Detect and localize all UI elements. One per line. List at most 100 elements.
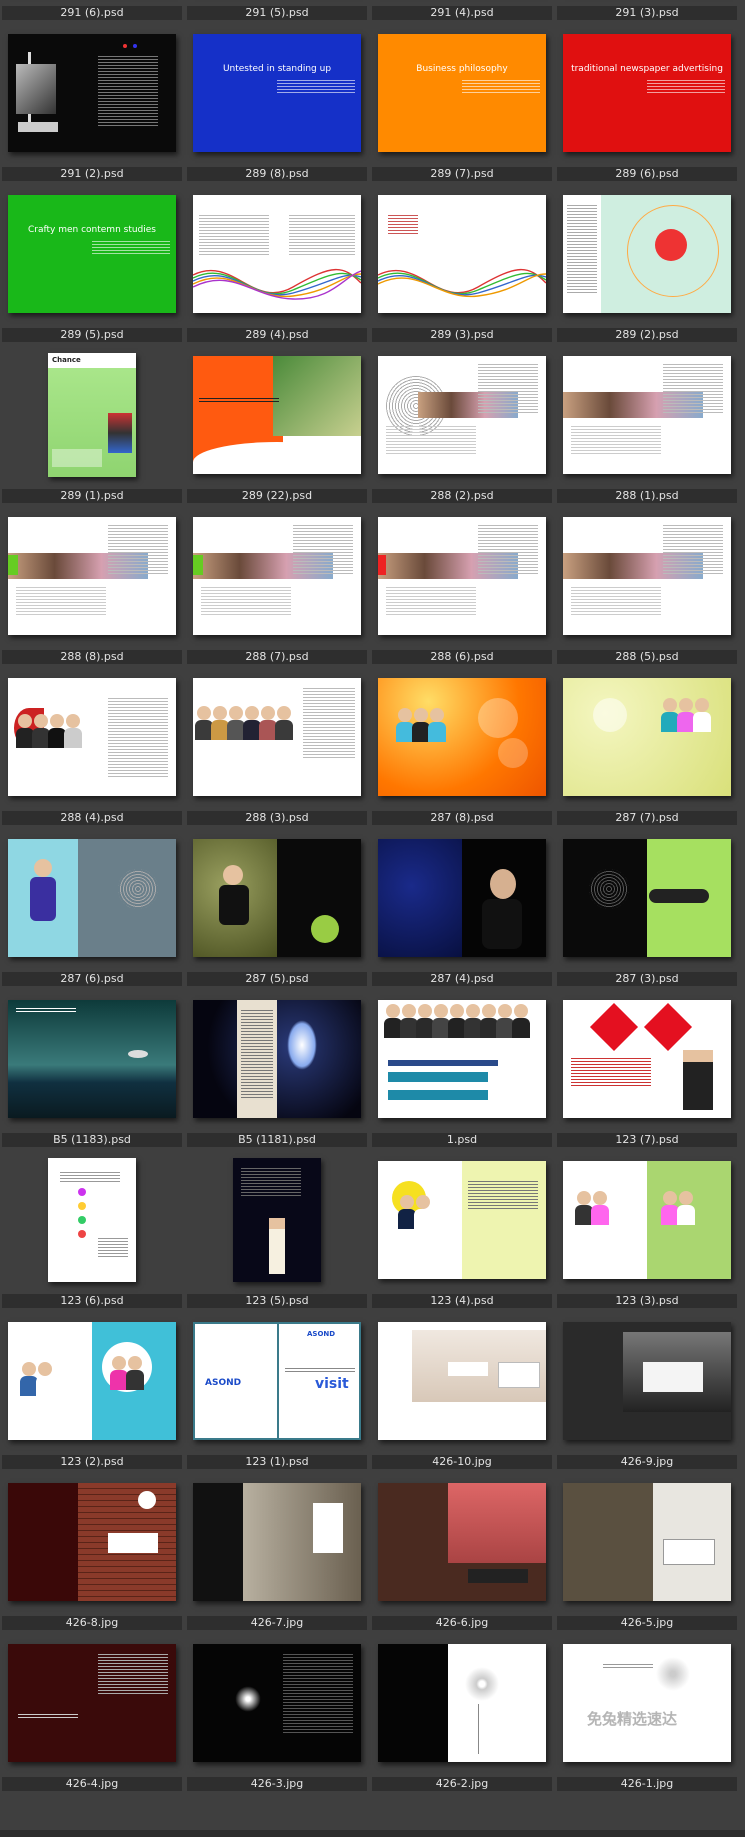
- thumbnail-item[interactable]: 291 (5).psd: [187, 0, 367, 20]
- thumbnail-image[interactable]: [378, 1161, 546, 1279]
- thumbnail-image[interactable]: Business philosophy: [378, 34, 546, 152]
- thumbnail-frame[interactable]: [187, 502, 367, 650]
- thumbnail-image[interactable]: [8, 1483, 176, 1601]
- thumbnail-item[interactable]: 289 (22).psd: [187, 341, 367, 503]
- thumbnail-image[interactable]: [378, 1644, 546, 1762]
- thumbnail-label[interactable]: 426-1.jpg: [557, 1777, 737, 1791]
- thumbnail-frame[interactable]: [372, 1146, 552, 1294]
- thumbnail-frame[interactable]: [2, 502, 182, 650]
- thumbnail-label[interactable]: 287 (3).psd: [557, 972, 737, 986]
- thumbnail-item[interactable]: 426-8.jpg: [2, 1468, 182, 1630]
- thumbnail-label[interactable]: 123 (1).psd: [187, 1455, 367, 1469]
- thumbnail-label[interactable]: 287 (7).psd: [557, 811, 737, 825]
- thumbnail-item[interactable]: 426-6.jpg: [372, 1468, 552, 1630]
- thumbnail-item[interactable]: 426-10.jpg: [372, 1307, 552, 1469]
- thumbnail-label[interactable]: 288 (7).psd: [187, 650, 367, 664]
- thumbnail-label[interactable]: 288 (2).psd: [372, 489, 552, 503]
- thumbnail-frame[interactable]: [2, 1468, 182, 1616]
- thumbnail-label[interactable]: 291 (6).psd: [2, 6, 182, 20]
- thumbnail-frame[interactable]: [2, 985, 182, 1133]
- thumbnail-item[interactable]: 123 (4).psd: [372, 1146, 552, 1308]
- thumbnail-frame[interactable]: [372, 180, 552, 328]
- thumbnail-item[interactable]: 免兔精选速达 426-1.jpg: [557, 1629, 737, 1791]
- thumbnail-item[interactable]: 426-9.jpg: [557, 1307, 737, 1469]
- thumbnail-label[interactable]: 289 (1).psd: [2, 489, 182, 503]
- thumbnail-image[interactable]: [378, 1000, 546, 1118]
- thumbnail-item[interactable]: 289 (2).psd: [557, 180, 737, 342]
- thumbnail-item[interactable]: 287 (6).psd: [2, 824, 182, 986]
- thumbnail-label[interactable]: B5 (1183).psd: [2, 1133, 182, 1147]
- thumbnail-image[interactable]: [563, 195, 731, 313]
- thumbnail-frame[interactable]: [372, 341, 552, 489]
- thumbnail-image[interactable]: [193, 1644, 361, 1762]
- thumbnail-item[interactable]: 287 (4).psd: [372, 824, 552, 986]
- thumbnail-image[interactable]: [563, 1322, 731, 1440]
- thumbnail-frame[interactable]: Business philosophy: [372, 19, 552, 167]
- thumbnail-item[interactable]: 288 (8).psd: [2, 502, 182, 664]
- thumbnail-image[interactable]: [378, 195, 546, 313]
- thumbnail-item[interactable]: 289 (4).psd: [187, 180, 367, 342]
- thumbnail-image[interactable]: [378, 678, 546, 796]
- thumbnail-frame[interactable]: [2, 663, 182, 811]
- thumbnail-label[interactable]: 426-4.jpg: [2, 1777, 182, 1791]
- thumbnail-frame[interactable]: [372, 824, 552, 972]
- thumbnail-image[interactable]: [193, 517, 361, 635]
- thumbnail-frame[interactable]: [557, 1307, 737, 1455]
- thumbnail-item[interactable]: 288 (6).psd: [372, 502, 552, 664]
- thumbnail-image[interactable]: [8, 1000, 176, 1118]
- thumbnail-frame[interactable]: [557, 180, 737, 328]
- thumbnail-image[interactable]: [193, 678, 361, 796]
- thumbnail-item[interactable]: ASOND ASOND visit 123 (1).psd: [187, 1307, 367, 1469]
- thumbnail-label[interactable]: 426-5.jpg: [557, 1616, 737, 1630]
- thumbnail-frame[interactable]: [2, 1146, 182, 1294]
- thumbnail-image[interactable]: [563, 678, 731, 796]
- thumbnail-item[interactable]: 123 (2).psd: [2, 1307, 182, 1469]
- thumbnail-item[interactable]: 123 (3).psd: [557, 1146, 737, 1308]
- thumbnail-image[interactable]: [563, 1483, 731, 1601]
- thumbnail-frame[interactable]: [187, 180, 367, 328]
- thumbnail-image[interactable]: [48, 1158, 136, 1282]
- thumbnail-image[interactable]: [8, 1322, 176, 1440]
- thumbnail-label[interactable]: 123 (6).psd: [2, 1294, 182, 1308]
- thumbnail-item[interactable]: Business philosophy 289 (7).psd: [372, 19, 552, 181]
- thumbnail-item[interactable]: 288 (2).psd: [372, 341, 552, 503]
- thumbnail-frame[interactable]: [372, 1307, 552, 1455]
- thumbnail-frame[interactable]: [557, 663, 737, 811]
- thumbnail-item[interactable]: 288 (5).psd: [557, 502, 737, 664]
- thumbnail-item[interactable]: 291 (6).psd: [2, 0, 182, 20]
- thumbnail-image[interactable]: [563, 1161, 731, 1279]
- thumbnail-item[interactable]: 291 (4).psd: [372, 0, 552, 20]
- thumbnail-item[interactable]: 287 (8).psd: [372, 663, 552, 825]
- thumbnail-item[interactable]: 288 (7).psd: [187, 502, 367, 664]
- thumbnail-image[interactable]: [378, 839, 546, 957]
- thumbnail-label[interactable]: 291 (3).psd: [557, 6, 737, 20]
- thumbnail-frame[interactable]: [557, 1468, 737, 1616]
- thumbnail-frame[interactable]: [372, 1629, 552, 1777]
- thumbnail-item[interactable]: 288 (4).psd: [2, 663, 182, 825]
- thumbnail-image[interactable]: [8, 34, 176, 152]
- thumbnail-frame[interactable]: [2, 824, 182, 972]
- thumbnail-frame[interactable]: [2, 1307, 182, 1455]
- thumbnail-frame[interactable]: ASOND ASOND visit: [187, 1307, 367, 1455]
- thumbnail-frame[interactable]: [372, 1468, 552, 1616]
- thumbnail-image[interactable]: [378, 1483, 546, 1601]
- thumbnail-image[interactable]: [193, 195, 361, 313]
- thumbnail-item[interactable]: 426-3.jpg: [187, 1629, 367, 1791]
- thumbnail-label[interactable]: 426-2.jpg: [372, 1777, 552, 1791]
- thumbnail-item[interactable]: Crafty men contemn studies 289 (5).psd: [2, 180, 182, 342]
- thumbnail-image[interactable]: Crafty men contemn studies: [8, 195, 176, 313]
- thumbnail-label[interactable]: 289 (8).psd: [187, 167, 367, 181]
- thumbnail-label[interactable]: 291 (5).psd: [187, 6, 367, 20]
- thumbnail-frame[interactable]: [187, 341, 367, 489]
- thumbnail-image[interactable]: [563, 1000, 731, 1118]
- thumbnail-label[interactable]: 289 (4).psd: [187, 328, 367, 342]
- thumbnail-item[interactable]: 291 (2).psd: [2, 19, 182, 181]
- thumbnail-label[interactable]: 426-7.jpg: [187, 1616, 367, 1630]
- thumbnail-label[interactable]: 1.psd: [372, 1133, 552, 1147]
- thumbnail-label[interactable]: 289 (22).psd: [187, 489, 367, 503]
- thumbnail-item[interactable]: 123 (5).psd: [187, 1146, 367, 1308]
- thumbnail-frame[interactable]: [187, 1468, 367, 1616]
- thumbnail-item[interactable]: 291 (3).psd: [557, 0, 737, 20]
- thumbnail-label[interactable]: 289 (5).psd: [2, 328, 182, 342]
- thumbnail-frame[interactable]: [557, 1146, 737, 1294]
